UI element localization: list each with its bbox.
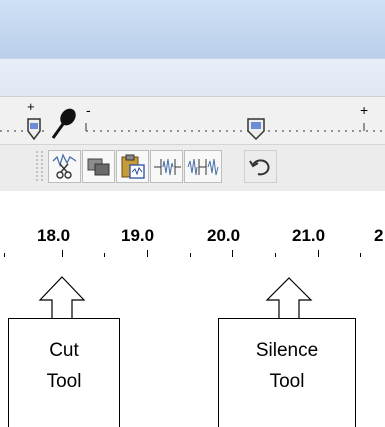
- trim-button[interactable]: [150, 150, 183, 183]
- cut-button[interactable]: [48, 150, 81, 183]
- scissors-icon: [52, 153, 77, 179]
- silence-callout-line2: Tool: [269, 371, 305, 392]
- copy-icon: [87, 158, 110, 176]
- paste-button[interactable]: [116, 150, 149, 183]
- cut-callout-line1: Cut: [49, 340, 79, 361]
- input-volume-minus-label: -: [86, 102, 91, 118]
- ruler-tick: [190, 253, 191, 257]
- cut-arrow: [38, 276, 86, 321]
- ruler-label: 19.0: [121, 226, 155, 245]
- mixer-toolbar: + - +: [0, 96, 385, 145]
- silence-tool-callout: Silence Tool: [218, 318, 356, 427]
- ruler-label: 18.0: [37, 226, 71, 245]
- window-titlebar: [0, 0, 385, 58]
- trim-audio-icon: [154, 158, 181, 176]
- silence-callout-line1: Silence: [255, 340, 319, 361]
- toolbar-grip[interactable]: [34, 149, 46, 185]
- cut-tool-callout: Cut Tool: [8, 318, 120, 427]
- ruler-tick: [147, 250, 148, 257]
- ruler-tick: [318, 250, 319, 257]
- silence-button[interactable]: [184, 150, 222, 183]
- menu-bar: [0, 58, 385, 97]
- microphone-icon: [51, 108, 76, 139]
- silence-audio-icon: [187, 158, 219, 176]
- ruler-tick: [104, 253, 105, 257]
- ruler-tick: [275, 253, 276, 257]
- copy-button[interactable]: [82, 150, 115, 183]
- ruler-label: 2: [374, 226, 384, 245]
- ruler-label: 20.0: [207, 226, 241, 245]
- recording-volume-thumb[interactable]: [247, 118, 265, 141]
- playback-volume-thumb[interactable]: [27, 118, 41, 141]
- ruler-tick: [232, 250, 233, 257]
- ruler-tick: [62, 250, 63, 257]
- input-volume-plus-label: +: [27, 99, 35, 114]
- mixer-controls: + - +: [0, 99, 385, 141]
- undo-button[interactable]: [244, 150, 277, 183]
- ruler-tick: [4, 253, 5, 257]
- undo-icon: [249, 159, 270, 176]
- input-volume-plus-label: +: [360, 102, 368, 118]
- cut-callout-line2: Tool: [46, 371, 82, 392]
- silence-arrow: [265, 277, 313, 321]
- clipboard-icon: [121, 154, 145, 179]
- ruler-tick: [360, 253, 361, 257]
- ruler-label: 21.0: [292, 226, 326, 245]
